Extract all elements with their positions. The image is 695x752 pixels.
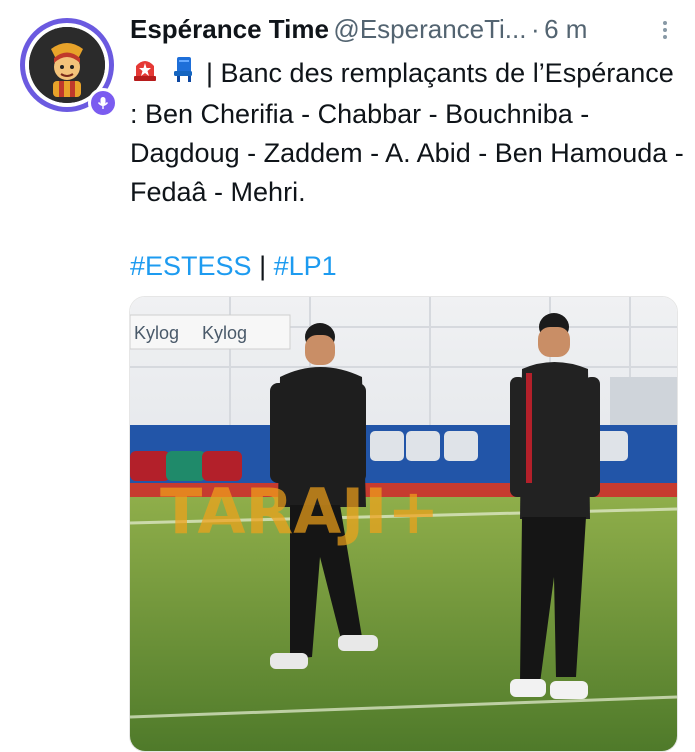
author-avatar[interactable] [8,6,126,124]
hashtag-lp1[interactable]: #LP1 [274,251,337,281]
hashtag-row: #ESTESS | #LP1 [130,248,337,284]
tweet-timestamp[interactable]: 6 m [544,14,587,44]
seat-icon [168,54,198,95]
banner-text-1: Kylog [134,323,179,343]
watermark-text: TARAJI+ [160,475,439,548]
tweet-header: Espérance Time @EsperanceTi... · 6 m [130,14,695,50]
microphone-badge-icon [88,88,118,118]
author-handle[interactable]: @EsperanceTi... [333,14,526,44]
tweet-body: | Banc des remplaçants de l’Espérance : … [130,54,685,212]
tweet-text: | Banc des remplaçants de l’Espérance : … [130,58,684,208]
hashtag-separator: | [259,251,267,281]
hashtag-estess[interactable]: #ESTESS [130,251,252,281]
separator-dot: · [530,14,540,44]
banner-text-2: Kylog [202,323,247,343]
rotating-light-icon [130,54,160,95]
author-name[interactable]: Espérance Time [130,14,329,44]
more-options-icon[interactable] [663,18,669,42]
stadium-photo: Kylog Kylog TARAJI+ [130,297,677,751]
tweet-media-photo[interactable]: Kylog Kylog TARAJI+ [129,296,678,752]
